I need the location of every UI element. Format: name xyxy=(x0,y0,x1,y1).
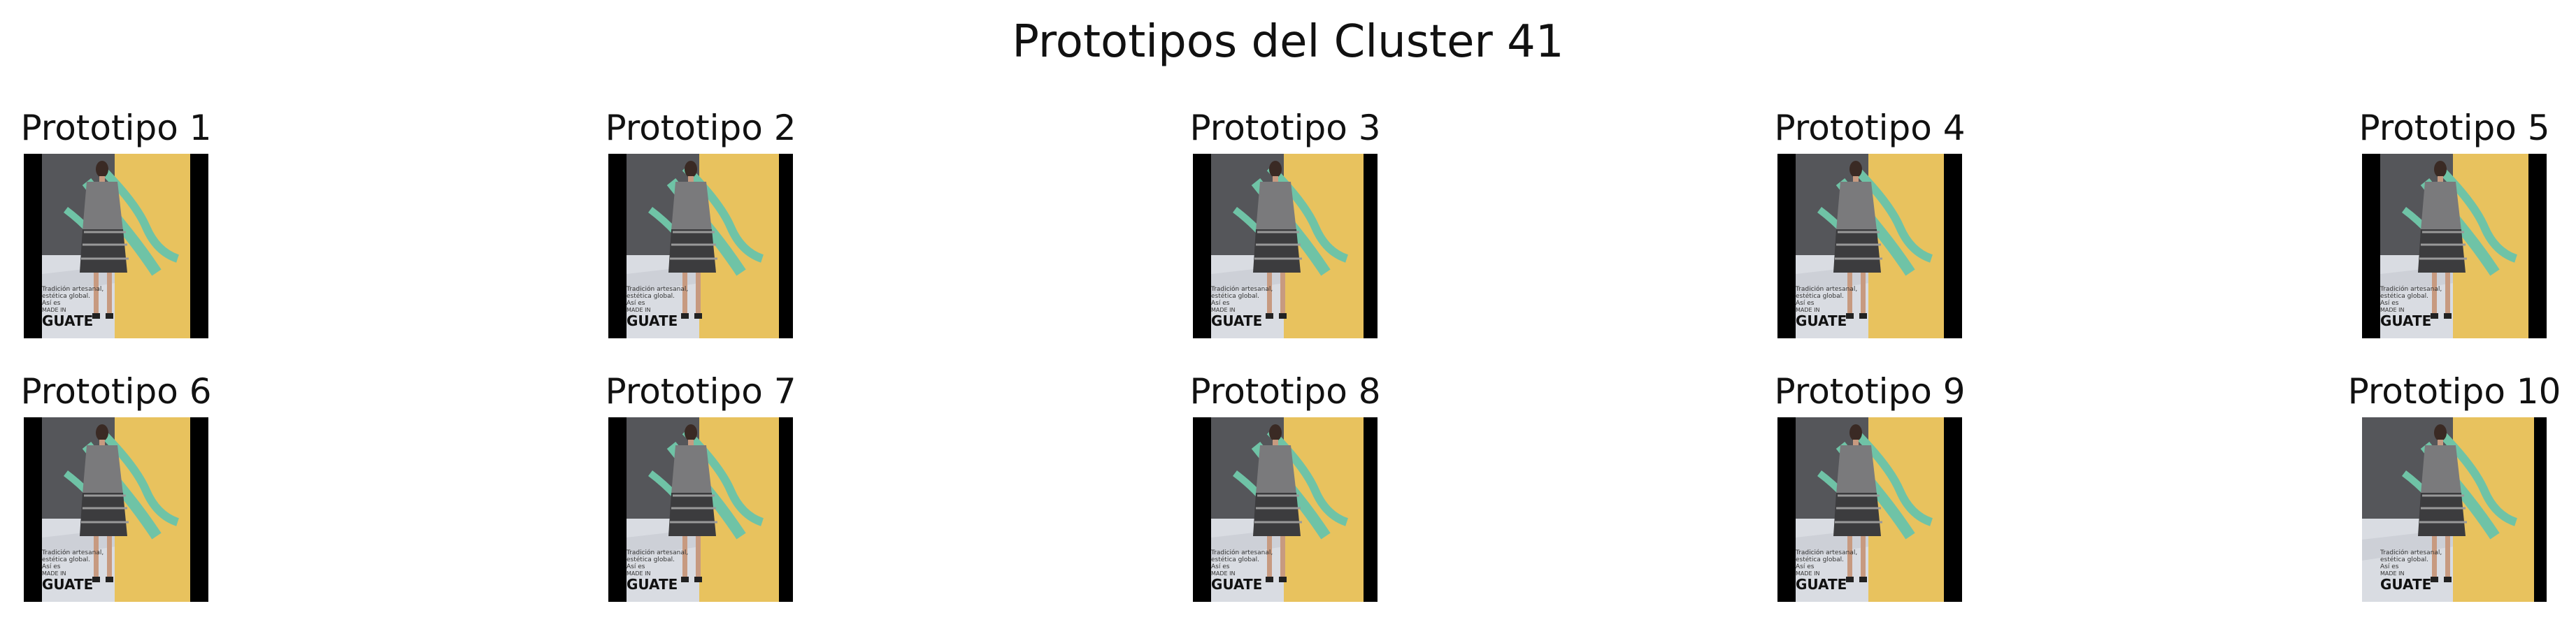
svg-text:GUATE: GUATE xyxy=(627,312,678,329)
prototype-label: Prototipo 5 xyxy=(2359,108,2550,148)
svg-text:Así es: Así es xyxy=(42,563,61,570)
svg-text:GUATE: GUATE xyxy=(2380,576,2431,593)
svg-text:estética global.: estética global. xyxy=(42,556,90,563)
svg-text:Tradición artesanal,: Tradición artesanal, xyxy=(1210,285,1273,293)
runway-photo-image: Tradición artesanal, estética global. As… xyxy=(1777,154,1962,338)
prototype-label: Prototipo 4 xyxy=(1774,108,1966,148)
svg-text:estética global.: estética global. xyxy=(1211,556,1259,563)
svg-text:Así es: Así es xyxy=(2380,300,2399,307)
svg-text:Así es: Así es xyxy=(1796,300,1815,307)
svg-text:Tradición artesanal,: Tradición artesanal, xyxy=(2380,285,2442,293)
svg-text:Así es: Así es xyxy=(1211,300,1230,307)
prototype-thumbnail: Tradición artesanal, estética global. As… xyxy=(608,417,793,602)
prototype-label: Prototipo 6 xyxy=(20,371,212,412)
runway-photo-image: Tradición artesanal, estética global. As… xyxy=(608,417,793,602)
prototype-label: Prototipo 7 xyxy=(605,371,796,412)
svg-text:estética global.: estética global. xyxy=(1211,292,1259,300)
prototype-label: Prototipo 8 xyxy=(1189,371,1381,412)
svg-text:GUATE: GUATE xyxy=(627,576,678,593)
svg-text:Tradición artesanal,: Tradición artesanal, xyxy=(41,549,103,556)
figure-title: Prototipos del Cluster 41 xyxy=(1012,16,1564,68)
svg-text:Tradición artesanal,: Tradición artesanal, xyxy=(2380,549,2442,556)
svg-text:Tradición artesanal,: Tradición artesanal, xyxy=(1795,285,1857,293)
svg-text:estética global.: estética global. xyxy=(627,292,675,300)
runway-photo-image: Tradición artesanal, estética global. As… xyxy=(24,154,208,338)
prototype-thumbnail: Tradición artesanal, estética global. As… xyxy=(2362,417,2547,602)
prototype-label: Prototipo 3 xyxy=(1189,108,1381,148)
svg-text:estética global.: estética global. xyxy=(2380,556,2428,563)
prototype-label: Prototipo 1 xyxy=(20,108,212,148)
prototype-thumbnail: Tradición artesanal, estética global. As… xyxy=(1193,154,1378,338)
svg-text:Así es: Así es xyxy=(1796,563,1815,570)
prototype-thumbnail: Tradición artesanal, estética global. As… xyxy=(2362,154,2547,338)
svg-text:Tradición artesanal,: Tradición artesanal, xyxy=(1210,549,1273,556)
svg-text:Tradición artesanal,: Tradición artesanal, xyxy=(626,285,688,293)
prototype-thumbnail: Tradición artesanal, estética global. As… xyxy=(1777,417,1962,602)
svg-text:Así es: Así es xyxy=(627,300,645,307)
prototype-label: Prototipo 9 xyxy=(1774,371,1966,412)
svg-text:Tradición artesanal,: Tradición artesanal, xyxy=(1795,549,1857,556)
runway-photo-image: Tradición artesanal, estética global. As… xyxy=(24,417,208,602)
prototype-thumbnail: Tradición artesanal, estética global. As… xyxy=(608,154,793,338)
prototype-thumbnail: Tradición artesanal, estética global. As… xyxy=(1193,417,1378,602)
runway-photo-image: Tradición artesanal, estética global. As… xyxy=(2362,417,2547,602)
svg-text:Así es: Así es xyxy=(1211,563,1230,570)
svg-text:GUATE: GUATE xyxy=(1211,576,1262,593)
runway-photo-image: Tradición artesanal, estética global. As… xyxy=(1777,417,1962,602)
svg-text:estética global.: estética global. xyxy=(627,556,675,563)
svg-text:GUATE: GUATE xyxy=(1211,312,1262,329)
runway-photo-image: Tradición artesanal, estética global. As… xyxy=(2362,154,2547,338)
svg-text:estética global.: estética global. xyxy=(1796,292,1844,300)
svg-text:GUATE: GUATE xyxy=(1796,576,1847,593)
prototype-thumbnail: Tradición artesanal, estética global. As… xyxy=(1777,154,1962,338)
runway-photo-image: Tradición artesanal, estética global. As… xyxy=(1193,417,1378,602)
svg-text:estética global.: estética global. xyxy=(2380,292,2428,300)
svg-text:GUATE: GUATE xyxy=(42,576,93,593)
svg-text:Así es: Así es xyxy=(42,300,61,307)
svg-text:GUATE: GUATE xyxy=(2380,312,2431,329)
prototype-label: Prototipo 10 xyxy=(2347,371,2561,412)
svg-text:GUATE: GUATE xyxy=(1796,312,1847,329)
prototype-thumbnail: Tradición artesanal, estética global. As… xyxy=(24,154,208,338)
svg-text:Así es: Así es xyxy=(2380,563,2399,570)
svg-text:estética global.: estética global. xyxy=(42,292,90,300)
runway-photo-image: Tradición artesanal, estética global. As… xyxy=(1193,154,1378,338)
svg-text:Tradición artesanal,: Tradición artesanal, xyxy=(41,285,103,293)
svg-text:estética global.: estética global. xyxy=(1796,556,1844,563)
prototype-thumbnail: Tradición artesanal, estética global. As… xyxy=(24,417,208,602)
svg-text:GUATE: GUATE xyxy=(42,312,93,329)
svg-text:Así es: Así es xyxy=(627,563,645,570)
runway-photo-image: Tradición artesanal, estética global. As… xyxy=(608,154,793,338)
svg-text:Tradición artesanal,: Tradición artesanal, xyxy=(626,549,688,556)
prototype-label: Prototipo 2 xyxy=(605,108,796,148)
